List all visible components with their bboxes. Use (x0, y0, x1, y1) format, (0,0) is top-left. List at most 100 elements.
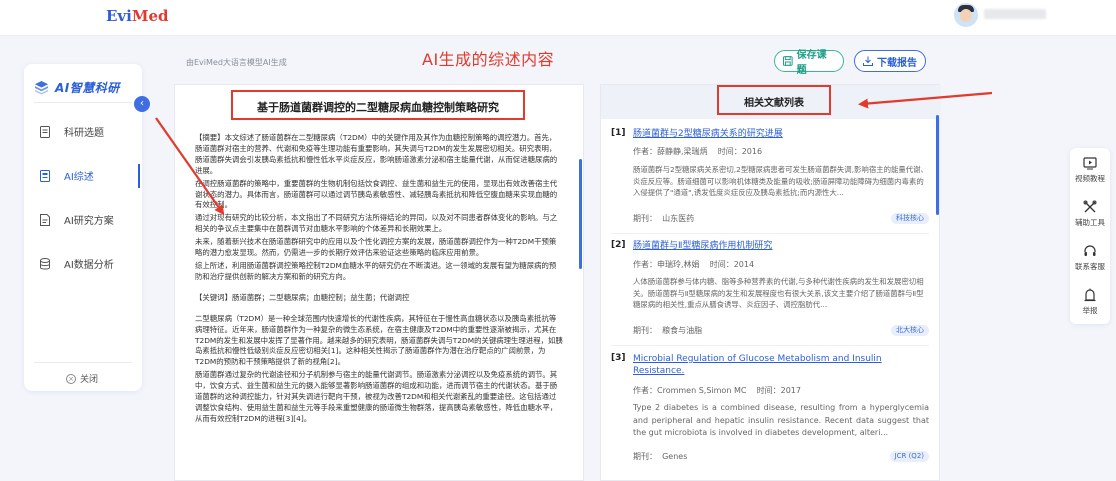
video-icon (1083, 157, 1097, 170)
authors-label: 作者： (633, 147, 657, 156)
time-label: 时间： (717, 147, 742, 156)
divider (611, 345, 929, 346)
sidebar-item-ai-research-plan[interactable]: AI研究方案 (24, 208, 142, 232)
authors-value: 申瑞玲,林娟 (657, 260, 700, 269)
rail-label: 视频教程 (1075, 174, 1105, 183)
download-report-button[interactable]: 下载报告 (854, 50, 926, 72)
rail-tools[interactable]: 辅助工具 (1070, 200, 1110, 228)
index-badge: 北大核心 (891, 325, 929, 336)
sidebar-item-label: 科研选题 (64, 128, 104, 139)
close-label: 关闭 (80, 375, 99, 385)
reference-meta: 作者：薛静静,梁瑞炳 时间：2016 (633, 146, 762, 157)
reference-abstract: 人体肠道菌群参与体内糖、脂等多种营养素的代谢,与多种代谢性疾病的发生和发展密切相… (633, 277, 924, 310)
abstract-paragraph: 【摘要】本文综述了肠道菌群在二型糖尿病（T2DM）中的关键作用及其作为血糖控制策… (195, 133, 558, 175)
save-icon (783, 56, 793, 66)
reference-title-link[interactable]: Microbial Regulation of Glucose Metaboli… (633, 353, 923, 377)
left-nav-panel: AI智慧科研 科研选题 AI综述 AI研究方案 AI数据分析 × 关闭 (24, 64, 142, 391)
reference-item: [1] 肠道菌群与2型糖尿病关系的研究进展 作者：薛静静,梁瑞炳 时间：2016… (611, 128, 929, 228)
article-scrollbar[interactable] (579, 159, 582, 269)
reference-abstract: Type 2 diabetes is a combined disease, r… (633, 403, 929, 438)
reference-title-link[interactable]: 肠道菌群与2型糖尿病关系的研究进展 (633, 128, 923, 140)
journal-value: 粮食与油脂 (662, 326, 703, 335)
sidebar-item-label: AI综述 (64, 172, 94, 183)
abstract-paragraph: 通过对现有研究的比较分析，本文指出了不同研究方法所得结论的异同，以及对不同患者群… (195, 213, 558, 234)
file-plan-icon (40, 214, 50, 226)
sidebar-item-label: AI数据分析 (64, 260, 114, 271)
report-icon (1084, 288, 1096, 302)
time-value: 2014 (733, 260, 755, 269)
cube-logo-icon (34, 80, 49, 95)
evimed-logo[interactable]: EviMed (106, 7, 169, 25)
references-header: 相关文献列表 (601, 85, 941, 119)
article-title: 基于肠道菌群调控的二型糖尿病血糖控制策略研究 (257, 101, 499, 114)
reference-item: [3] Microbial Regulation of Glucose Meta… (611, 353, 929, 473)
sidebar-item-label: AI研究方案 (64, 216, 114, 227)
sidebar-item-ai-review[interactable]: AI综述 (24, 164, 142, 188)
article-title-highlight: 基于肠道菌群调控的二型糖尿病血糖控制策略研究 (231, 90, 525, 120)
sidebar-item-ai-data-analysis[interactable]: AI数据分析 (24, 252, 142, 276)
close-icon: × (66, 373, 76, 384)
review-article-panel[interactable]: 基于肠道菌群调控的二型糖尿病血糖控制策略研究 【摘要】本文综述了肠道菌群在二型糖… (174, 84, 584, 481)
chevron-left-icon: ‹ (140, 98, 144, 109)
article-body: 【摘要】本文综述了肠道菌群在二型糖尿病（T2DM）中的关键作用及其作为血糖控制策… (195, 133, 563, 427)
index-badge: 科技核心 (891, 213, 929, 224)
database-icon (40, 258, 50, 270)
reference-meta: 作者：Crommen S,Simon MC 时间：2017 (633, 385, 801, 396)
tool-rail: 视频教程 辅助工具 联系客服 举报 (1070, 148, 1110, 324)
sidebar-item-research-topic[interactable]: 科研选题 (24, 120, 142, 144)
rail-customer-service[interactable]: 联系客服 (1070, 244, 1110, 272)
journal-label: 期刊： (633, 326, 657, 335)
references-title-highlight: 相关文献列表 (717, 85, 831, 115)
divider (34, 102, 132, 103)
document-icon (40, 126, 50, 138)
brand-label: AI智慧科研 (55, 80, 120, 95)
reference-journal: 期刊： 粮食与油脂 (633, 325, 702, 336)
rail-video-tutorial[interactable]: 视频教程 (1070, 156, 1110, 184)
time-label: 时间： (709, 260, 734, 269)
abstract-paragraph: 综上所述，利用肠道菌群调控策略控制T2DM血糖水平的研究仍在不断演进。这一领域的… (195, 260, 557, 281)
references-panel[interactable]: 相关文献列表 [1] 肠道菌群与2型糖尿病关系的研究进展 作者：薛静静,梁瑞炳 … (600, 84, 941, 481)
time-value: 2017 (780, 386, 801, 395)
rail-label: 联系客服 (1075, 262, 1105, 271)
abstract-paragraph: 在调控肠道菌群的策略中，重要菌群的生物机制包括饮食调控、益生菌和益生元的使用，显… (195, 178, 558, 210)
reference-journal: 期刊： 山东医药 (633, 213, 694, 224)
journal-label: 期刊： (633, 214, 657, 223)
download-icon (863, 56, 873, 66)
divider (34, 362, 132, 363)
authors-value: 薛静静,梁瑞炳 (657, 147, 708, 156)
download-label: 下载报告 (877, 57, 917, 69)
reference-item: [2] 肠道菌群与Ⅱ型糖尿病作用机制研究 作者：申瑞玲,林娟 时间：2014 人… (611, 240, 929, 340)
journal-value: Genes (662, 452, 688, 461)
reference-abstract: 肠道菌群与2型糖尿病关系密切,2型糖尿病患者可发生肠道菌群失调,影响宿主的能量代… (633, 165, 928, 198)
ai-generated-hint: 由EviMed大语言模型AI生成 (186, 58, 287, 67)
time-label: 时间： (756, 386, 781, 395)
close-nav-button[interactable]: × 关闭 (66, 372, 98, 385)
doc-list-icon (40, 170, 50, 182)
body-paragraph: 二型糖尿病（T2DM）是一种全球范围内快速增长的代谢性疾病，其特征在于慢性高血糖… (195, 313, 563, 367)
reference-title-link[interactable]: 肠道菌群与Ⅱ型糖尿病作用机制研究 (633, 240, 923, 252)
abstract-paragraph: 未来，随着新兴技术在肠道菌群研究中的应用以及个性化调控方案的发展，肠道菌群调控作… (195, 237, 557, 258)
logo-text-evi: Evi (106, 7, 132, 25)
authors-label: 作者： (633, 260, 657, 269)
rail-label: 举报 (1082, 306, 1098, 315)
username-blurred[interactable] (984, 9, 1046, 19)
top-bar: EviMed (0, 0, 1116, 36)
references-scrollbar[interactable] (936, 115, 939, 215)
avatar-face (960, 9, 972, 22)
reference-journal: 期刊： Genes (633, 451, 687, 462)
reference-index: [2] (611, 240, 626, 250)
reference-index: [3] (611, 353, 626, 363)
annotation-label: AI生成的综述内容 (422, 50, 555, 69)
index-badge: JCR (Q2) (889, 451, 929, 462)
journal-label: 期刊： (633, 452, 657, 461)
user-avatar[interactable] (954, 3, 978, 27)
authors-label: 作者： (633, 386, 657, 395)
ai-research-brand: AI智慧科研 (34, 77, 120, 97)
collapse-sidebar-button[interactable]: ‹ (134, 96, 150, 112)
rail-report[interactable]: 举报 (1070, 288, 1110, 316)
authors-value: Crommen S,Simon MC (657, 386, 747, 395)
save-topic-button[interactable]: 保存课题 (774, 50, 844, 76)
journal-value: 山东医药 (662, 214, 695, 223)
logo-text-med: Med (131, 7, 169, 25)
rail-label: 辅助工具 (1075, 218, 1105, 227)
